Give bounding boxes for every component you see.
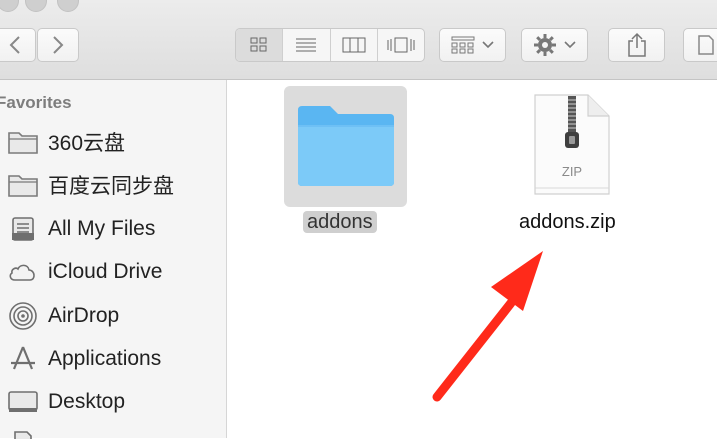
sidebar-item-label: Applications xyxy=(48,347,162,370)
minimize-window-button[interactable] xyxy=(25,0,47,12)
arrange-icon xyxy=(451,36,474,54)
file-item-addons-folder[interactable] xyxy=(284,86,407,207)
sidebar-heading-favorites: Favorites xyxy=(0,93,72,112)
folder-icon xyxy=(6,170,40,200)
cloud-icon xyxy=(6,257,40,287)
chevron-down-icon xyxy=(481,41,494,49)
document-icon xyxy=(6,425,40,439)
column-view-button[interactable] xyxy=(331,29,378,61)
file-item-addons-zip[interactable]: ZIP xyxy=(532,92,612,196)
applications-icon xyxy=(6,344,40,374)
list-view-button[interactable] xyxy=(283,29,331,61)
window-toolbar xyxy=(0,0,717,80)
sidebar-item-icloud-drive[interactable]: iCloud Drive xyxy=(0,252,226,292)
desktop-icon xyxy=(6,387,40,417)
sidebar-item-desktop[interactable]: Desktop xyxy=(0,382,226,422)
column-view-icon xyxy=(342,37,366,53)
list-view-icon xyxy=(296,38,317,52)
tag-icon xyxy=(698,35,714,55)
sidebar-item-360-yunpan[interactable]: 360云盘 xyxy=(0,122,226,162)
zip-file-icon xyxy=(534,94,610,195)
forward-icon xyxy=(53,36,64,54)
tags-button[interactable] xyxy=(683,28,717,62)
sidebar-item-all-my-files[interactable]: All My Files xyxy=(0,209,226,249)
sidebar: Favorites 360云盘 百度云同步盘 All My Files iClo… xyxy=(0,80,227,439)
file-item-label[interactable]: addons xyxy=(303,211,377,234)
airdrop-icon xyxy=(6,301,40,331)
gear-icon xyxy=(533,34,556,56)
sidebar-item-label: 百度云同步盘 xyxy=(48,175,174,198)
share-icon xyxy=(627,32,646,57)
zoom-window-button[interactable] xyxy=(57,0,79,12)
cover-flow-button[interactable] xyxy=(378,29,424,61)
arrange-button[interactable] xyxy=(439,28,506,62)
red-arrow xyxy=(432,251,543,402)
file-item-label[interactable]: addons.zip xyxy=(519,211,616,234)
zip-badge: ZIP xyxy=(561,164,583,179)
sidebar-item-airdrop[interactable]: AirDrop xyxy=(0,296,226,336)
icon-view-button[interactable] xyxy=(236,29,284,61)
close-window-button[interactable] xyxy=(0,0,19,12)
sidebar-item-baidu-sync[interactable]: 百度云同步盘 xyxy=(0,165,226,205)
back-button[interactable] xyxy=(0,28,36,62)
action-button[interactable] xyxy=(521,28,588,62)
all-files-icon xyxy=(6,214,40,244)
cover-flow-icon xyxy=(387,37,415,53)
sidebar-item-label: All My Files xyxy=(48,217,156,240)
folder-icon xyxy=(298,106,394,186)
folder-icon xyxy=(6,127,40,157)
icon-view-icon xyxy=(250,37,267,52)
sidebar-item-label: Desktop xyxy=(48,390,126,413)
sidebar-item-label: iCloud Drive xyxy=(48,260,163,283)
file-browser: addons ZIP addons.zip xyxy=(227,80,717,438)
forward-button[interactable] xyxy=(37,28,79,62)
share-button[interactable] xyxy=(608,28,665,62)
back-icon xyxy=(9,36,20,54)
chevron-down-icon xyxy=(563,41,576,49)
view-mode-control xyxy=(235,28,425,62)
sidebar-item-label: 360云盘 xyxy=(48,132,126,155)
sidebar-item-partial[interactable] xyxy=(0,425,226,439)
sidebar-item-label: AirDrop xyxy=(48,304,120,327)
sidebar-item-applications[interactable]: Applications xyxy=(0,339,226,379)
